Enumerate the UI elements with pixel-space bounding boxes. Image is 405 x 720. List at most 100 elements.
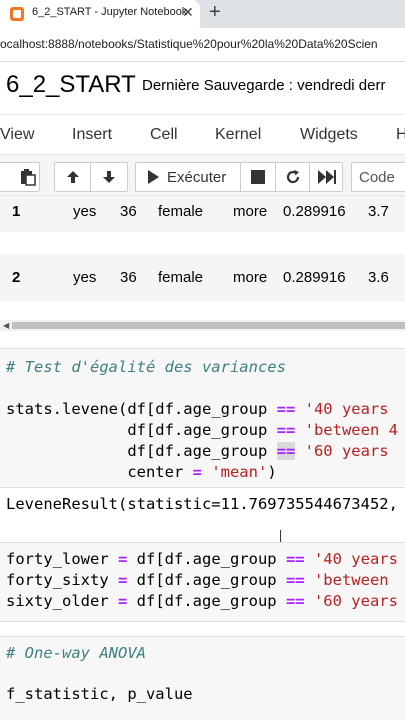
scroll-left-arrow-icon[interactable]: ◀ [3,321,9,330]
code-text: forty_lower [6,550,118,568]
table-row: 2 yes 36 female more 0.289916 3.6 [0,254,405,302]
move-up-button[interactable] [55,163,91,191]
horizontal-scrollbar[interactable]: ◀ [0,320,405,331]
code-text: df[df.age_group [127,550,286,568]
table-cell: 0.289916 [283,269,346,286]
stop-icon [251,170,265,184]
code-string: 'mean' [201,463,268,481]
row-index: 1 [12,203,21,220]
code-text: df[df.age_group [127,592,286,610]
clipboard-icon [21,169,36,186]
paste-button[interactable] [0,162,40,192]
run-button-label: Exécuter [167,169,227,186]
code-text: forty_sixty [6,571,118,589]
code-string: '40 years [295,400,389,418]
menu-view[interactable]: View [0,126,34,144]
notebook-toolbar: Exécuter Code [0,154,405,196]
browser-tab-strip: 6_2_START - Jupyter Notebook ✕ + [0,0,405,28]
run-button[interactable]: Exécuter [136,163,241,191]
table-cell: more [233,269,268,286]
code-line: df[df.age_group == 'between 4 [6,420,398,440]
menu-cell[interactable]: Cell [150,126,178,144]
menu-insert[interactable]: Insert [72,126,112,144]
code-line: sixty_older = df[df.age_group == '60 yea… [6,591,398,611]
table-cell: female [158,203,204,220]
code-operator: = [117,571,128,589]
table-cell: yes [73,203,97,220]
notebook-title[interactable]: 6_2_START [6,71,136,99]
notebook-header: 6_2_START Dernière Sauvegarde : vendredi… [0,62,405,110]
table-cell: yes [73,269,97,286]
last-saved-label: Dernière Sauvegarde : vendredi derr [142,77,386,94]
code-string: '40 years [304,550,398,568]
url-text[interactable]: ocalhost:8888/notebooks/Statistique%20po… [0,37,378,51]
code-text: ) [267,463,277,481]
menu-kernel[interactable]: Kernel [215,126,261,144]
table-cell: 36 [120,203,137,220]
jupyter-favicon-icon [10,7,24,21]
table-cell: 3.7 [368,203,389,220]
cell-type-select[interactable]: Code [351,162,405,192]
table-row: 1 yes 36 female more 0.289916 3.7 [0,196,405,232]
browser-tab[interactable]: 6_2_START - Jupyter Notebook ✕ [0,0,200,28]
code-operator: == [276,421,296,439]
row-index: 2 [12,269,21,286]
code-operator: == [276,400,296,418]
code-operator: == [285,550,305,568]
code-line: center = 'mean') [6,462,277,482]
code-operator: == [285,571,305,589]
code-string: 'between 4 [295,421,398,439]
arrow-up-icon [67,171,79,183]
table-cell: female [158,269,204,286]
menu-widgets[interactable]: Widgets [300,126,358,144]
interrupt-button[interactable] [241,163,276,191]
close-tab-icon[interactable]: ✕ [182,4,194,21]
code-comment: # One-way ANOVA [6,644,146,662]
code-line: stats.levene(df[df.age_group == '40 year… [6,399,389,419]
code-line: f_statistic, p_value [6,685,193,703]
table-cell: 0.289916 [283,203,346,220]
restart-icon [286,170,300,184]
code-line-highlighted: df[df.age_group == '60 years [6,441,389,461]
code-string: '60 years [295,442,389,460]
tab-title: 6_2_START - Jupyter Notebook [32,6,188,18]
restart-button[interactable] [276,163,310,191]
code-text: sixty_older [6,592,118,610]
code-cell-levene[interactable]: # Test d'égalité des variances stats.lev… [0,348,405,488]
new-tab-button[interactable]: + [209,1,221,24]
table-cell: 36 [120,269,137,286]
menu-bar: View Insert Cell Kernel Widgets H [0,114,405,154]
code-comment: # Test d'égalité des variances [6,358,286,376]
code-text: df[df.age_group [6,421,277,439]
code-text: df[df.age_group [6,442,277,460]
code-cell-groups[interactable]: forty_lower = df[df.age_group == '40 yea… [0,542,405,622]
table-cell: 3.6 [368,269,389,286]
output-text: LeveneResult(statistic=11.76973554467345… [6,495,398,513]
code-operator: == [276,442,296,460]
code-operator: = [192,463,202,481]
code-operator: == [285,592,305,610]
code-line: forty_sixty = df[df.age_group == 'betwee… [6,570,398,590]
run-controls-group: Exécuter [135,162,343,192]
arrow-down-icon [103,171,115,183]
code-string: 'between [304,571,398,589]
restart-run-all-button[interactable] [310,163,344,191]
table-cell: more [233,203,268,220]
code-cell-anova[interactable]: # One-way ANOVA f_statistic, p_value [0,636,405,720]
fast-forward-icon [318,170,336,184]
code-string: '60 years [304,592,398,610]
move-down-button[interactable] [91,163,127,191]
code-text: stats.levene(df[df.age_group [6,400,277,418]
code-line: forty_lower = df[df.age_group == '40 yea… [6,549,398,569]
move-buttons-group [54,162,128,192]
output-area: LeveneResult(statistic=11.76973554467345… [0,490,405,520]
code-operator: = [117,592,128,610]
cell-type-value: Code [359,169,395,186]
play-icon [148,170,159,184]
address-bar[interactable]: ocalhost:8888/notebooks/Statistique%20po… [0,28,405,62]
code-text: center [6,463,193,481]
code-text: df[df.age_group [127,571,286,589]
scrollbar-thumb[interactable] [12,322,405,329]
text-cursor-icon [280,530,286,542]
menu-help[interactable]: H [396,126,405,144]
